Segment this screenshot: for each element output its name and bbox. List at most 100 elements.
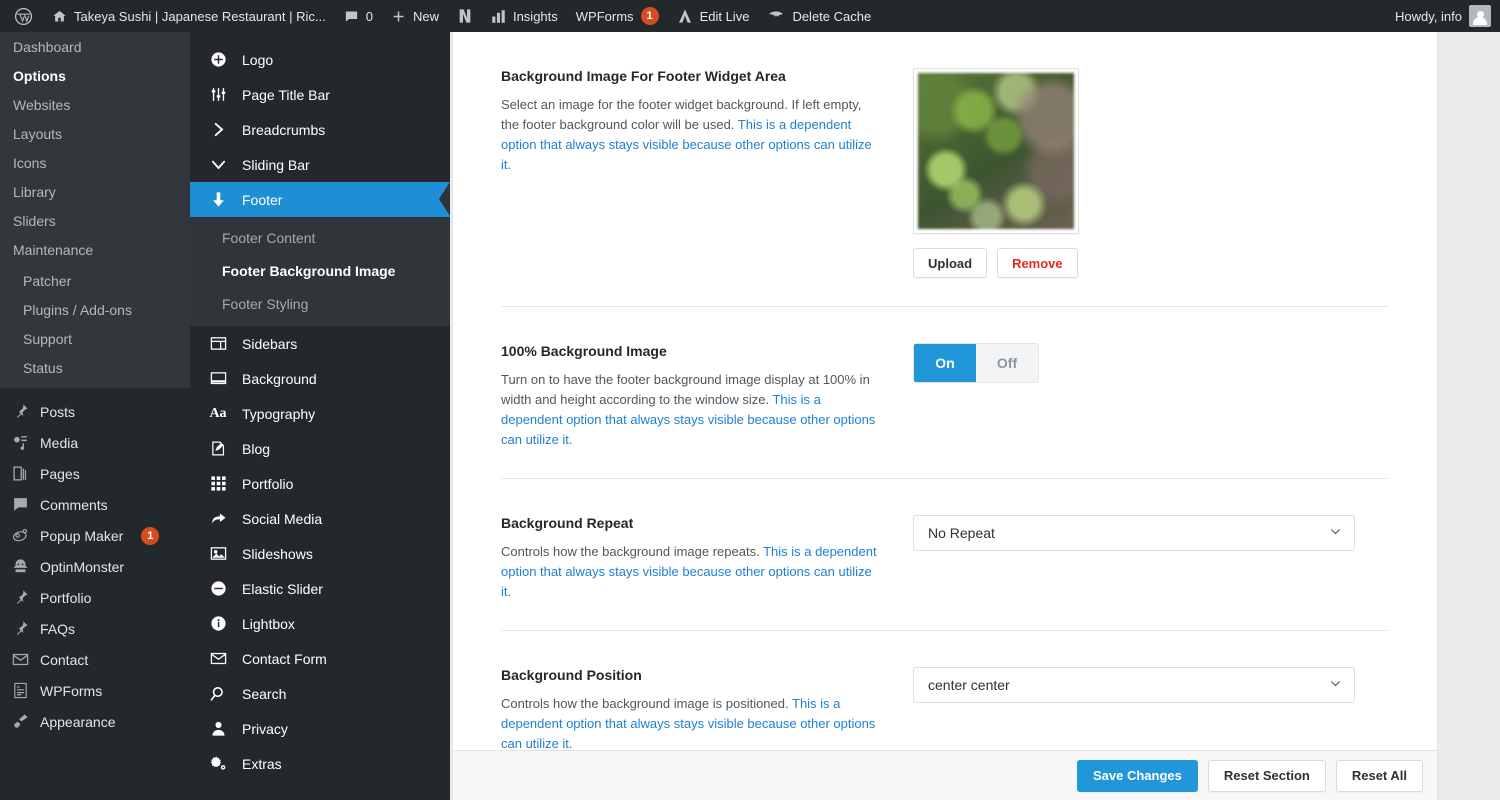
- sidebar-item-sliders[interactable]: Sliders: [0, 206, 190, 235]
- options-nav-item-label: Logo: [242, 51, 274, 68]
- insights-label: Insights: [512, 8, 558, 24]
- remove-button[interactable]: Remove: [997, 248, 1078, 278]
- sidebar-item-pages[interactable]: Pages: [0, 458, 190, 489]
- toggle-on-option[interactable]: On: [914, 344, 976, 382]
- theme-submenu-group: Patcher Plugins / Add-ons Support Status: [0, 264, 190, 388]
- options-nav-item-label: Background: [242, 370, 317, 387]
- sidebar-item-library[interactable]: Library: [0, 177, 190, 206]
- share-icon: [208, 510, 228, 527]
- sidebar-item-dashboard[interactable]: Dashboard: [0, 32, 190, 61]
- options-nav-subitem-footer-background-image[interactable]: Footer Background Image: [190, 254, 450, 287]
- sidebar-item-media[interactable]: Media: [0, 427, 190, 458]
- sidebar-item-label: Appearance: [40, 713, 116, 730]
- options-nav-subitem-footer-styling[interactable]: Footer Styling: [190, 287, 450, 320]
- popup-maker-icon: [10, 527, 30, 544]
- yoast-seo-button[interactable]: [448, 0, 482, 32]
- select-background-position[interactable]: center center: [913, 667, 1355, 703]
- select-value: No Repeat: [928, 525, 995, 541]
- cache-broom-icon: [767, 8, 785, 24]
- sidebar-item-popup-maker[interactable]: Popup Maker 1: [0, 520, 190, 551]
- avada-icon: [677, 8, 693, 24]
- options-nav-item-background[interactable]: Background: [190, 361, 450, 396]
- sidebar-item-posts[interactable]: Posts: [0, 396, 190, 427]
- sidebar-item-portfolio[interactable]: Portfolio: [0, 582, 190, 613]
- sidebar-subitem-label: Plugins / Add-ons: [23, 301, 132, 318]
- options-nav-item-elastic-slider[interactable]: Elastic Slider: [190, 571, 450, 606]
- sidebar-item-faqs[interactable]: FAQs: [0, 613, 190, 644]
- sidebar-item-options[interactable]: Options: [0, 61, 190, 90]
- sidebar-subitem-plugins-add-ons[interactable]: Plugins / Add-ons: [0, 295, 190, 324]
- sidebar-subitem-support[interactable]: Support: [0, 324, 190, 353]
- sidebar-item-optinmonster[interactable]: OptinMonster: [0, 551, 190, 582]
- sidebar-item-websites[interactable]: Websites: [0, 90, 190, 119]
- sidebar-item-wpforms[interactable]: WPForms: [0, 675, 190, 706]
- options-nav-item-lightbox[interactable]: Lightbox: [190, 606, 450, 641]
- option-row-control: No Repeat: [913, 515, 1389, 602]
- options-nav-subitem-label: Footer Content: [222, 229, 316, 246]
- delete-cache-button[interactable]: Delete Cache: [758, 0, 880, 32]
- option-description: Select an image for the footer widget ba…: [501, 95, 883, 175]
- options-nav-item-page-title-bar[interactable]: Page Title Bar: [190, 77, 450, 112]
- blog-icon: [208, 440, 228, 457]
- options-nav-item-search[interactable]: Search: [190, 676, 450, 711]
- insights-button[interactable]: Insights: [482, 0, 567, 32]
- options-nav-item-breadcrumbs[interactable]: Breadcrumbs: [190, 112, 450, 147]
- grid-icon: [208, 475, 228, 492]
- options-nav-item-contact-form[interactable]: Contact Form: [190, 641, 450, 676]
- options-nav-subitem-footer-content[interactable]: Footer Content: [190, 221, 450, 254]
- select-background-repeat[interactable]: No Repeat: [913, 515, 1355, 551]
- options-nav-item-privacy[interactable]: Privacy: [190, 711, 450, 746]
- avatar: [1469, 5, 1491, 27]
- reset-all-button[interactable]: Reset All: [1335, 759, 1423, 792]
- options-nav-item-blog[interactable]: Blog: [190, 431, 450, 466]
- options-nav-items-bottom: Sidebars Background Aa Typography Blog Portfo…: [190, 326, 450, 781]
- options-nav-item-typography[interactable]: Aa Typography: [190, 396, 450, 431]
- option-row-text: Background Position Controls how the back…: [501, 667, 913, 750]
- options-nav-item-sidebars[interactable]: Sidebars: [190, 326, 450, 361]
- sidebar-icon: [208, 335, 228, 352]
- chevron-down-icon: [1329, 525, 1342, 541]
- sidebar-item-layouts[interactable]: Layouts: [0, 119, 190, 148]
- options-nav-item-slideshows[interactable]: Slideshows: [190, 536, 450, 571]
- options-nav-item-label: Portfolio: [242, 475, 294, 492]
- sidebar-item-label: Media: [40, 434, 79, 451]
- footer-background-image-preview: [913, 68, 1079, 234]
- wordpress-logo-button[interactable]: [0, 0, 43, 32]
- reset-section-button[interactable]: Reset Section: [1207, 759, 1326, 792]
- sidebar-subitem-patcher[interactable]: Patcher: [0, 266, 190, 295]
- options-nav-item-label: Contact Form: [242, 650, 327, 667]
- option-row-text: Background Repeat Controls how the backgr…: [501, 515, 913, 602]
- option-description-text: Controls how the background image is pos…: [501, 696, 792, 711]
- comments-button[interactable]: 0: [335, 0, 382, 32]
- wpforms-button[interactable]: WPForms 1: [567, 0, 668, 32]
- options-nav-item-sliding-bar[interactable]: Sliding Bar: [190, 147, 450, 182]
- arrow-down-icon: [208, 191, 228, 208]
- options-rows: Background Image For Footer Widget Area S…: [453, 32, 1437, 750]
- save-changes-button[interactable]: Save Changes: [1076, 759, 1198, 792]
- sidebar-subitem-status[interactable]: Status: [0, 353, 190, 382]
- sidebar-item-maintenance[interactable]: Maintenance: [0, 235, 190, 264]
- options-nav-item-extras[interactable]: Extras: [190, 746, 450, 781]
- sidebar-item-label: Pages: [40, 465, 80, 482]
- sidebar-item-appearance[interactable]: Appearance: [0, 706, 190, 737]
- sidebar-item-label: WPForms: [40, 682, 103, 699]
- sidebar-item-comments[interactable]: Comments: [0, 489, 190, 520]
- account-menu-button[interactable]: Howdy, info: [1386, 0, 1500, 32]
- sidebar-item-contact[interactable]: Contact: [0, 644, 190, 675]
- sidebar-item-label: Popup Maker: [40, 527, 124, 544]
- sidebar-item-icons[interactable]: Icons: [0, 148, 190, 177]
- typography-icon: Aa: [209, 405, 227, 421]
- toggle-off-option[interactable]: Off: [976, 344, 1038, 382]
- sidebar-item-label: Dashboard: [13, 38, 82, 55]
- sidebar-item-label: Posts: [40, 403, 76, 420]
- site-name-button[interactable]: Takeya Sushi | Japanese Restaurant | Ric…: [43, 0, 335, 32]
- edit-live-button[interactable]: Edit Live: [668, 0, 759, 32]
- on-off-toggle[interactable]: On Off: [913, 343, 1039, 383]
- options-nav-item-social-media[interactable]: Social Media: [190, 501, 450, 536]
- wpforms-label: WPForms: [575, 8, 634, 24]
- options-nav-item-portfolio[interactable]: Portfolio: [190, 466, 450, 501]
- new-content-button[interactable]: New: [382, 0, 448, 32]
- options-nav-item-footer[interactable]: Footer: [190, 182, 450, 217]
- upload-button[interactable]: Upload: [913, 248, 988, 278]
- options-nav-item-logo[interactable]: Logo: [190, 42, 450, 77]
